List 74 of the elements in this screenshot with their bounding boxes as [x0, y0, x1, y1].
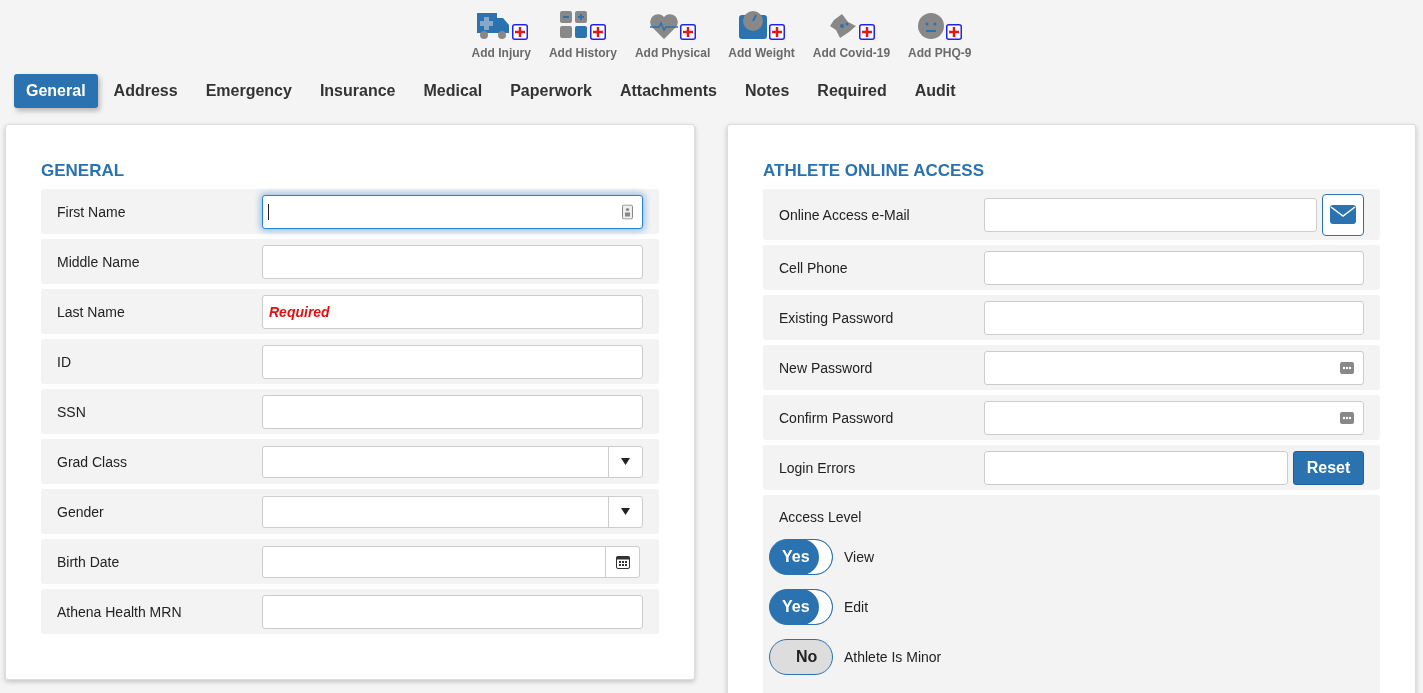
field-label: Middle Name	[57, 253, 141, 270]
plus-icon	[511, 24, 528, 40]
tab[interactable]: Paperwork	[496, 74, 606, 108]
tab[interactable]: Required	[803, 74, 901, 108]
tab[interactable]: Audit	[900, 74, 970, 108]
input-field[interactable]	[984, 450, 1288, 485]
input-field[interactable]	[262, 594, 643, 629]
neutral-face-icon	[917, 12, 946, 40]
section-title: GENERAL	[41, 161, 126, 181]
plus-icon	[590, 24, 607, 40]
field-label: First Name	[57, 203, 127, 220]
envelope-icon	[1330, 205, 1356, 224]
heartbeat-icon	[649, 12, 680, 40]
caret-icon	[621, 458, 630, 465]
calculator-icon	[559, 10, 590, 40]
input-field[interactable]	[984, 350, 1364, 385]
tab[interactable]: General	[14, 74, 98, 108]
field-label: Login Errors	[779, 459, 857, 476]
field-label: Cell Phone	[779, 259, 849, 276]
input-field[interactable]: Required	[262, 294, 643, 329]
input-field[interactable]	[984, 250, 1364, 285]
field-label: Athena Health MRN	[57, 603, 183, 620]
toggle-switch[interactable]: Yes	[769, 539, 833, 575]
toolbar-button[interactable]: Add Weight	[724, 6, 799, 60]
input-field[interactable]	[262, 244, 643, 279]
caret-icon	[621, 508, 630, 515]
input-field[interactable]	[262, 344, 643, 379]
field-label: Gender	[57, 503, 105, 520]
toolbar-button[interactable]: Add Injury	[467, 6, 535, 60]
field-label: Online Access e-Mail	[779, 206, 911, 223]
field-label: Grad Class	[57, 453, 129, 470]
dropdown-field[interactable]	[262, 495, 643, 528]
input-field[interactable]	[262, 394, 643, 429]
toolbar-button[interactable]: Add History	[544, 6, 621, 60]
input-field[interactable]	[984, 197, 1317, 232]
field-label: Existing Password	[779, 309, 895, 326]
tab[interactable]: Attachments	[606, 74, 731, 108]
field-label: Birth Date	[57, 553, 121, 570]
input-field[interactable]	[262, 194, 643, 229]
field-label: Access Level	[779, 509, 863, 525]
toggle-switch[interactable]: No	[769, 639, 833, 675]
send-email-button[interactable]	[1322, 193, 1364, 236]
tab[interactable]: Notes	[730, 74, 804, 108]
ambulance-icon	[474, 10, 511, 40]
toggle-switch[interactable]: Yes	[769, 589, 833, 625]
toolbar-button[interactable]: Add PHQ-9	[904, 6, 976, 60]
field-label: Confirm Password	[779, 409, 895, 426]
plus-icon	[858, 24, 875, 40]
contact-card-icon	[622, 204, 633, 219]
scale-icon	[738, 10, 768, 40]
field-label: New Password	[779, 359, 874, 376]
toggle-label: View	[844, 549, 875, 565]
tab[interactable]: Insurance	[305, 74, 410, 108]
field-label: SSN	[57, 403, 87, 420]
toolbar-button[interactable]: Add Covid-19	[808, 6, 895, 60]
section-title: ATHLETE ONLINE ACCESS	[763, 161, 985, 181]
toggle-label: Athlete Is Minor	[844, 649, 942, 665]
input-field[interactable]	[984, 400, 1364, 435]
tab[interactable]: Emergency	[191, 74, 306, 108]
calendar-icon	[615, 554, 630, 569]
toolbar-button[interactable]: Add Physical	[630, 6, 715, 60]
plus-icon	[680, 24, 697, 40]
dropdown-field[interactable]	[262, 445, 643, 478]
field-label: ID	[57, 353, 72, 370]
input-field[interactable]	[984, 300, 1364, 335]
tab[interactable]: Medical	[409, 74, 497, 108]
toggle-label: Edit	[844, 599, 869, 615]
field-label: Last Name	[57, 303, 126, 320]
virus-icon	[827, 12, 858, 40]
reset-button[interactable]: Reset	[1293, 450, 1364, 485]
date-field[interactable]	[262, 545, 640, 578]
plus-icon	[946, 24, 963, 40]
tab[interactable]: Address	[99, 74, 192, 108]
plus-icon	[769, 24, 785, 40]
